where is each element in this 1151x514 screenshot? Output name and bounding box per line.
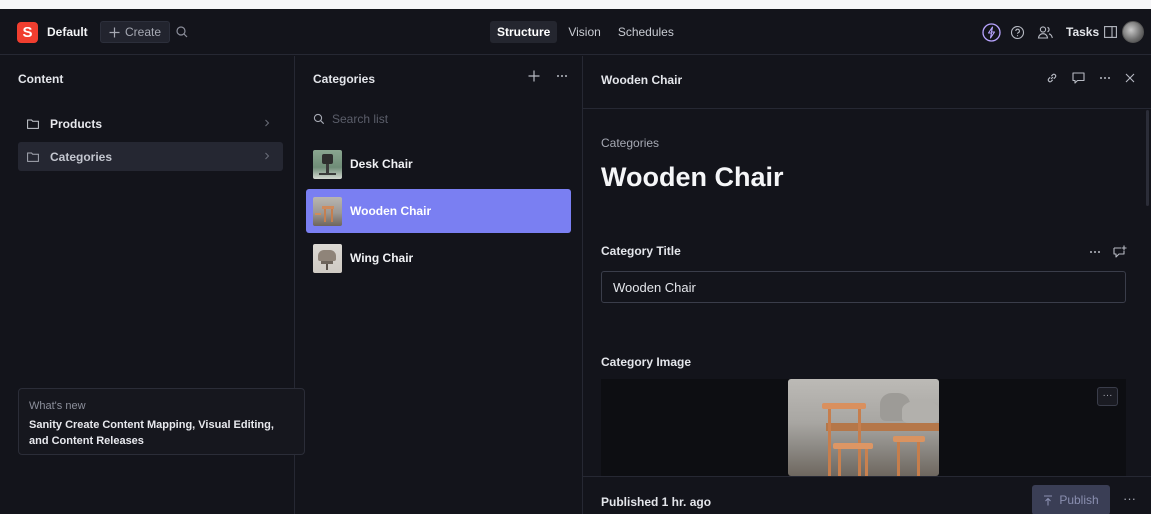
publish-status: Published 1 hr. ago xyxy=(601,495,712,509)
search-icon xyxy=(313,113,325,125)
more-icon[interactable] xyxy=(1099,76,1111,80)
desk-chair-thumbnail xyxy=(313,149,342,179)
footer-more-icon[interactable]: ··· xyxy=(1123,491,1136,506)
content-item-categories[interactable]: Categories xyxy=(18,142,283,171)
list-item-label: Wing Chair xyxy=(350,251,414,265)
content-pane-title: Content xyxy=(18,72,64,86)
panel-toggle-icon[interactable] xyxy=(1104,26,1118,38)
nav-tabs: Structure Vision Schedules xyxy=(490,21,674,43)
content-item-label: Products xyxy=(50,116,103,131)
tab-schedules[interactable]: Schedules xyxy=(618,25,674,39)
list-item-wooden-chair[interactable]: Wooden Chair xyxy=(306,189,571,233)
folder-icon xyxy=(27,152,39,162)
user-avatar[interactable] xyxy=(1122,21,1144,43)
link-icon[interactable] xyxy=(1046,72,1058,84)
categories-pane: Categories Desk Chair Wooden Chai xyxy=(295,56,583,514)
wooden-chair-thumbnail xyxy=(313,196,342,226)
top-bar: S Default Create Structure Vision Schedu… xyxy=(0,9,1151,55)
content-item-label: Categories xyxy=(50,149,113,164)
more-icon[interactable] xyxy=(556,74,568,78)
publish-button[interactable]: Publish xyxy=(1032,485,1110,514)
close-icon[interactable] xyxy=(1125,73,1135,83)
tab-structure[interactable]: Structure xyxy=(490,21,558,43)
comment-icon[interactable] xyxy=(1072,72,1085,84)
list-item-label: Wooden Chair xyxy=(350,204,432,218)
sanity-logo[interactable]: S xyxy=(17,22,38,43)
whats-new-label: What's new xyxy=(29,400,86,412)
document-actions xyxy=(1046,72,1135,84)
whats-new-card[interactable]: What's new Sanity Create Content Mapping… xyxy=(18,388,305,455)
tasks-label[interactable]: Tasks xyxy=(1066,25,1099,39)
help-icon[interactable] xyxy=(1010,25,1025,40)
workspace-name[interactable]: Default xyxy=(47,25,88,39)
category-image-label: Category Image xyxy=(601,355,692,369)
more-icon[interactable] xyxy=(1089,250,1101,254)
image-menu-button[interactable]: ··· xyxy=(1097,387,1118,406)
add-comment-icon[interactable] xyxy=(1113,245,1127,258)
categories-pane-title: Categories xyxy=(313,72,376,86)
bolt-icon[interactable] xyxy=(982,22,1001,42)
document-header: Wooden Chair xyxy=(583,56,1151,109)
wooden-chair-image xyxy=(788,379,939,476)
wing-chair-thumbnail xyxy=(313,243,342,273)
list-item-wing-chair[interactable]: Wing Chair xyxy=(306,236,571,280)
publish-label: Publish xyxy=(1059,493,1099,507)
tab-vision[interactable]: Vision xyxy=(568,25,600,39)
list-search xyxy=(313,112,532,126)
title-field-actions xyxy=(1089,245,1127,258)
chevron-right-icon xyxy=(265,119,270,127)
search-icon[interactable] xyxy=(174,24,190,40)
document-header-title: Wooden Chair xyxy=(601,73,683,87)
publish-icon xyxy=(1044,494,1053,505)
search-list-input[interactable] xyxy=(332,112,532,126)
category-title-input[interactable] xyxy=(601,271,1126,303)
list-item-label: Desk Chair xyxy=(350,157,413,171)
breadcrumb: Categories xyxy=(601,136,660,150)
top-right-actions: Tasks xyxy=(982,21,1118,43)
whats-new-text: Sanity Create Content Mapping, Visual Ed… xyxy=(29,419,274,447)
people-icon[interactable] xyxy=(1037,25,1054,40)
content-item-products[interactable]: Products xyxy=(18,109,283,138)
chevron-right-icon xyxy=(265,152,270,160)
document-pane: Wooden Chair Categories Wooden Chair Cat… xyxy=(583,56,1151,514)
document-footer: Published 1 hr. ago Publish ··· xyxy=(583,476,1151,514)
studio-window: S Default Create Structure Vision Schedu… xyxy=(0,9,1151,514)
create-button[interactable]: Create xyxy=(100,21,171,43)
category-title-label: Category Title xyxy=(601,244,681,258)
list-item-desk-chair[interactable]: Desk Chair xyxy=(306,142,571,186)
categories-actions xyxy=(528,70,568,82)
scrollbar[interactable] xyxy=(1146,110,1149,206)
create-label: Create xyxy=(125,25,162,39)
document-title: Wooden Chair xyxy=(601,162,784,192)
category-image-field[interactable]: ··· xyxy=(601,379,1126,476)
plus-icon xyxy=(109,27,120,37)
add-icon[interactable] xyxy=(528,70,540,82)
folder-icon xyxy=(27,119,39,129)
